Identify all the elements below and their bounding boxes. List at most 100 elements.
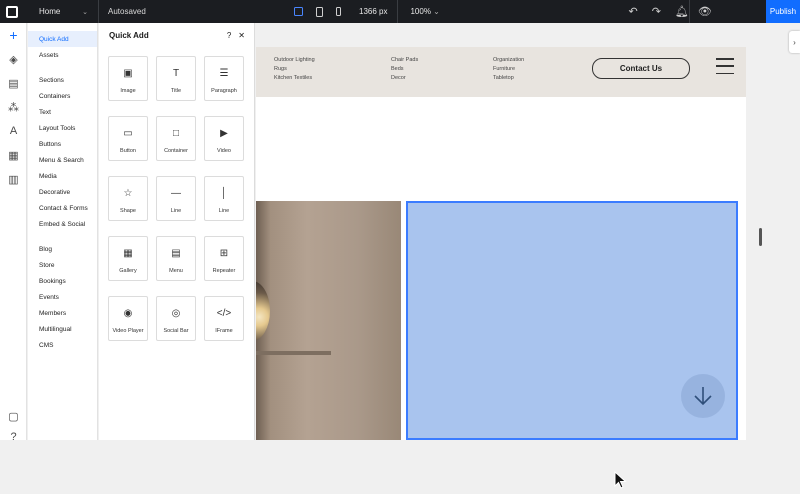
wix-logo-icon[interactable] bbox=[0, 0, 23, 23]
tile-label: Shape bbox=[120, 208, 136, 214]
nav-column: Outdoor Lighting Rugs Kitchen Textiles bbox=[274, 56, 315, 83]
left-tool-rail: + ◈ ▤ ⁂ A ▦ ▥ ▢ ? bbox=[0, 23, 27, 443]
category-item[interactable]: Events bbox=[28, 289, 97, 305]
selected-container[interactable] bbox=[406, 201, 738, 489]
quick-add-tile[interactable]: </> IFrame bbox=[204, 296, 244, 341]
quick-add-tile[interactable]: ▭ Button bbox=[108, 116, 148, 161]
page-selector[interactable]: Home ⌄ bbox=[23, 0, 99, 23]
category-item[interactable]: Decorative bbox=[28, 184, 97, 200]
container-icon: □ bbox=[172, 128, 180, 139]
category-item[interactable]: Embed & Social bbox=[28, 216, 97, 232]
panel-title: Quick Add bbox=[109, 31, 149, 40]
nav-link[interactable]: Chair Pads bbox=[391, 56, 418, 65]
nav-link[interactable]: Decor bbox=[391, 74, 418, 83]
layers-icon[interactable]: ◈ bbox=[0, 47, 27, 71]
quick-add-tile[interactable]: ▦ Gallery bbox=[108, 236, 148, 281]
category-item[interactable]: Menu & Search bbox=[28, 152, 97, 168]
category-item[interactable]: Quick Add bbox=[28, 31, 97, 47]
category-item[interactable]: Layout Tools bbox=[28, 120, 97, 136]
quick-add-panel: Quick Add ? ✕ ▣ Image T Title ☰ Paragraph ▭ But… bbox=[99, 23, 255, 440]
category-item[interactable]: Blog bbox=[28, 241, 97, 257]
pages-icon[interactable]: ▤ bbox=[0, 71, 27, 95]
category-item[interactable]: Containers bbox=[28, 88, 97, 104]
tile-label: Title bbox=[170, 88, 182, 94]
lamp-photo[interactable] bbox=[256, 201, 401, 440]
tile-label: Button bbox=[120, 148, 136, 154]
nav-column: Chair Pads Beds Decor bbox=[391, 56, 418, 83]
tile-label: Video Player bbox=[112, 328, 144, 334]
nav-link[interactable]: Beds bbox=[391, 65, 418, 74]
mobile-view-icon[interactable] bbox=[336, 7, 341, 16]
tile-label: Menu bbox=[169, 268, 183, 274]
page-name: Home bbox=[39, 7, 61, 16]
category-item[interactable]: Assets bbox=[28, 47, 97, 63]
tablet-view-icon[interactable] bbox=[316, 6, 323, 17]
close-icon[interactable]: ✕ bbox=[238, 31, 245, 40]
nav-link[interactable]: Kitchen Textiles bbox=[274, 74, 315, 83]
preview-eye-icon[interactable]: 👁︎ bbox=[688, 0, 720, 23]
nav-link[interactable]: Organization bbox=[493, 56, 524, 65]
nav-link[interactable]: Outdoor Lighting bbox=[274, 56, 315, 65]
apps-icon[interactable]: ⁂ bbox=[0, 95, 27, 119]
tile-label: Social Bar bbox=[163, 328, 189, 334]
quick-add-tile[interactable]: ▶ Video bbox=[204, 116, 244, 161]
tile-label: Repeater bbox=[212, 268, 236, 274]
tile-label: Gallery bbox=[119, 268, 137, 274]
category-item[interactable]: CMS bbox=[28, 337, 97, 353]
chevron-right-icon[interactable]: › bbox=[789, 31, 800, 53]
canvas-scrollbar[interactable] bbox=[759, 228, 762, 246]
device-switcher bbox=[294, 6, 341, 17]
quick-add-tile[interactable]: ☰ Paragraph bbox=[204, 56, 244, 101]
add-panel-categories: Quick Add Assets Sections Containers Tex… bbox=[28, 23, 98, 440]
category-item[interactable]: Store bbox=[28, 257, 97, 273]
button-icon: ▭ bbox=[123, 128, 133, 139]
redo-icon[interactable]: ↷ bbox=[652, 5, 661, 18]
canvas-width[interactable]: 1366 px bbox=[359, 0, 399, 23]
undo-icon[interactable]: ↶ bbox=[628, 5, 637, 18]
iframe-icon: </> bbox=[216, 308, 232, 319]
nav-link[interactable]: Tabletop bbox=[493, 74, 524, 83]
element-tile-grid: ▣ Image T Title ☰ Paragraph ▭ Button □ Container ▶… bbox=[108, 56, 244, 341]
chevron-down-icon: ⌄ bbox=[433, 7, 440, 16]
contact-us-button[interactable]: Contact Us bbox=[592, 58, 690, 79]
nav-link[interactable]: Furniture bbox=[493, 65, 524, 74]
category-item[interactable]: Bookings bbox=[28, 273, 97, 289]
add-elements-icon[interactable]: + bbox=[0, 23, 27, 47]
quick-add-tile[interactable]: ◉ Video Player bbox=[108, 296, 148, 341]
category-item[interactable]: Multilingual bbox=[28, 321, 97, 337]
quick-add-tile[interactable]: ▤ Menu bbox=[156, 236, 196, 281]
publish-button[interactable]: Publish bbox=[766, 0, 800, 23]
category-item[interactable]: Media bbox=[28, 168, 97, 184]
nav-link[interactable]: Rugs bbox=[274, 65, 315, 74]
quick-add-tile[interactable]: ⊞ Repeater bbox=[204, 236, 244, 281]
category-item[interactable]: Text bbox=[28, 104, 97, 120]
category-item[interactable]: Members bbox=[28, 305, 97, 321]
cms-table-icon[interactable]: ▥ bbox=[0, 167, 27, 191]
quick-add-tile[interactable]: T Title bbox=[156, 56, 196, 101]
quick-add-tile[interactable]: ☆ Shape bbox=[108, 176, 148, 221]
category-item[interactable]: Contact & Forms bbox=[28, 200, 97, 216]
editor-canvas[interactable]: › Outdoor Lighting Rugs Kitchen Textiles… bbox=[256, 23, 800, 489]
title-icon: T bbox=[172, 68, 180, 79]
zoom-selector[interactable]: 100% ⌄ bbox=[398, 7, 508, 16]
desktop-view-icon[interactable] bbox=[294, 7, 303, 16]
category-item[interactable]: Buttons bbox=[28, 136, 97, 152]
app-market-icon[interactable]: ▦ bbox=[0, 143, 27, 167]
lamp-image bbox=[256, 281, 270, 341]
site-header[interactable]: Outdoor Lighting Rugs Kitchen Textiles C… bbox=[256, 47, 746, 97]
quick-add-tile[interactable]: ◎ Social Bar bbox=[156, 296, 196, 341]
quick-add-tile[interactable]: □ Container bbox=[156, 116, 196, 161]
category-item[interactable]: Sections bbox=[28, 72, 97, 88]
quick-add-tile[interactable]: ▣ Image bbox=[108, 56, 148, 101]
design-fonts-icon[interactable]: A bbox=[0, 119, 27, 143]
help-icon[interactable]: ? bbox=[0, 425, 27, 449]
arrow-down-icon[interactable] bbox=[681, 374, 725, 418]
menu-icon: ▤ bbox=[171, 248, 181, 259]
quick-add-tile[interactable]: — Line bbox=[156, 176, 196, 221]
hamburger-menu-icon[interactable] bbox=[716, 58, 734, 74]
quick-add-tile[interactable]: │ Line bbox=[204, 176, 244, 221]
bell-icon[interactable]: 🔔︎ bbox=[675, 5, 689, 18]
help-icon[interactable]: ? bbox=[227, 31, 231, 40]
site-page[interactable]: Outdoor Lighting Rugs Kitchen Textiles C… bbox=[256, 47, 746, 489]
autosave-status: Autosaved bbox=[108, 7, 146, 16]
